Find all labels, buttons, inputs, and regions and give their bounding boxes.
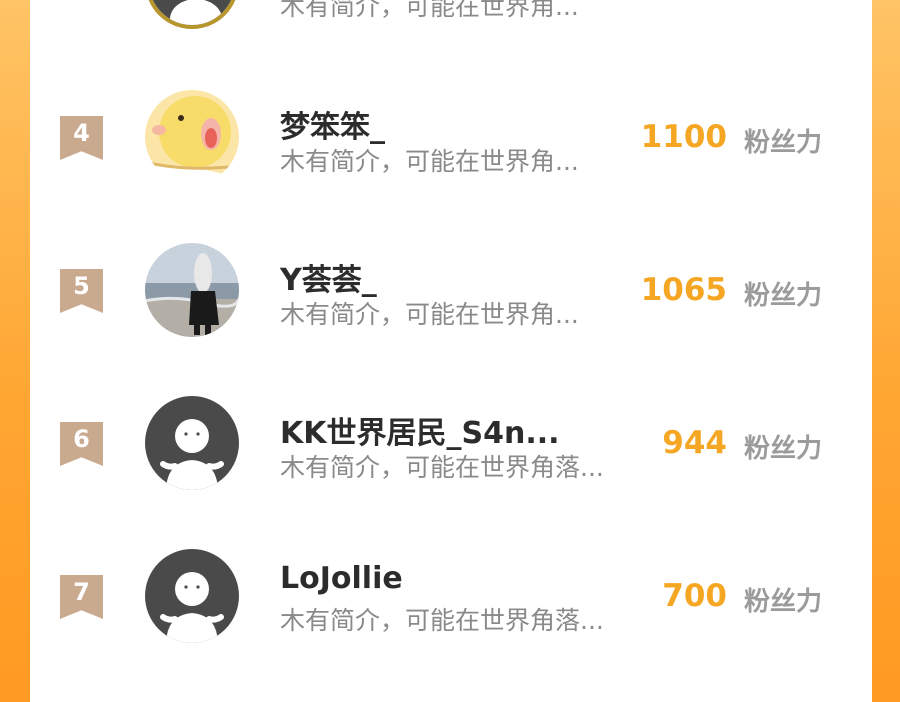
user-name: KK世界居民_S4n... (280, 416, 560, 451)
beach-photo-avatar-icon (145, 243, 239, 337)
avatar[interactable] (145, 90, 239, 184)
default-user-avatar-icon (145, 396, 239, 490)
leaderboard-row[interactable]: 6 KK世界居民_S4n... 木有简介，可能在世界角落... 944 粉丝力 (30, 368, 872, 518)
default-user-avatar-icon (145, 549, 239, 643)
leaderboard-row[interactable]: 7 LoJollie 木有简介，可能在世界角落... 700 粉丝力 (30, 521, 872, 671)
user-bio: 木有简介，可能在世界角... (280, 147, 579, 176)
fan-power-unit: 粉丝力 (743, 587, 822, 617)
leaderboard-row[interactable]: 4 梦笨笨_ 木有简介，可能在世界角... 1100 粉丝力 (30, 62, 872, 212)
user-name: LoJollie (280, 561, 403, 596)
user-bio: 木有简介，可能在世界角落... (280, 606, 604, 635)
leaderboard-panel: 木有简介，可能在世界角... 4 梦笨笨_ 木有简介，可能在世界角... 110… (30, 0, 872, 702)
rank-badge: 5 (60, 269, 103, 313)
fan-power-score: 1065 (640, 272, 727, 308)
rank-badge: 7 (60, 575, 103, 619)
user-bio: 木有简介，可能在世界角落... (280, 453, 604, 482)
fan-power-score: 1100 (640, 119, 727, 155)
leaderboard-row[interactable]: 5 Y荟荟_ 木有简介，可能在世界角... 1065 粉丝力 (30, 215, 872, 365)
avatar[interactable] (145, 549, 239, 643)
avatar[interactable] (145, 243, 239, 337)
user-bio: 木有简介，可能在世界角... (280, 300, 579, 329)
rank-badge: 4 (60, 116, 103, 160)
rank-badge: 6 (60, 422, 103, 466)
leaderboard-row-3-partial[interactable]: 木有简介，可能在世界角... (30, 0, 872, 45)
avatar[interactable] (145, 396, 239, 490)
fan-power-score: 700 (662, 578, 727, 614)
avatar-rank-3[interactable] (145, 0, 239, 29)
fan-power-unit: 粉丝力 (743, 281, 822, 311)
user-bio: 木有简介，可能在世界角... (280, 0, 579, 21)
fan-power-unit: 粉丝力 (743, 434, 822, 464)
cartoon-chick-avatar-icon (145, 90, 239, 184)
user-name: 梦笨笨_ (280, 110, 385, 145)
default-user-avatar-icon (149, 0, 235, 25)
fan-power-unit: 粉丝力 (743, 128, 822, 158)
user-name: Y荟荟_ (280, 263, 377, 298)
fan-power-score: 944 (662, 425, 727, 461)
